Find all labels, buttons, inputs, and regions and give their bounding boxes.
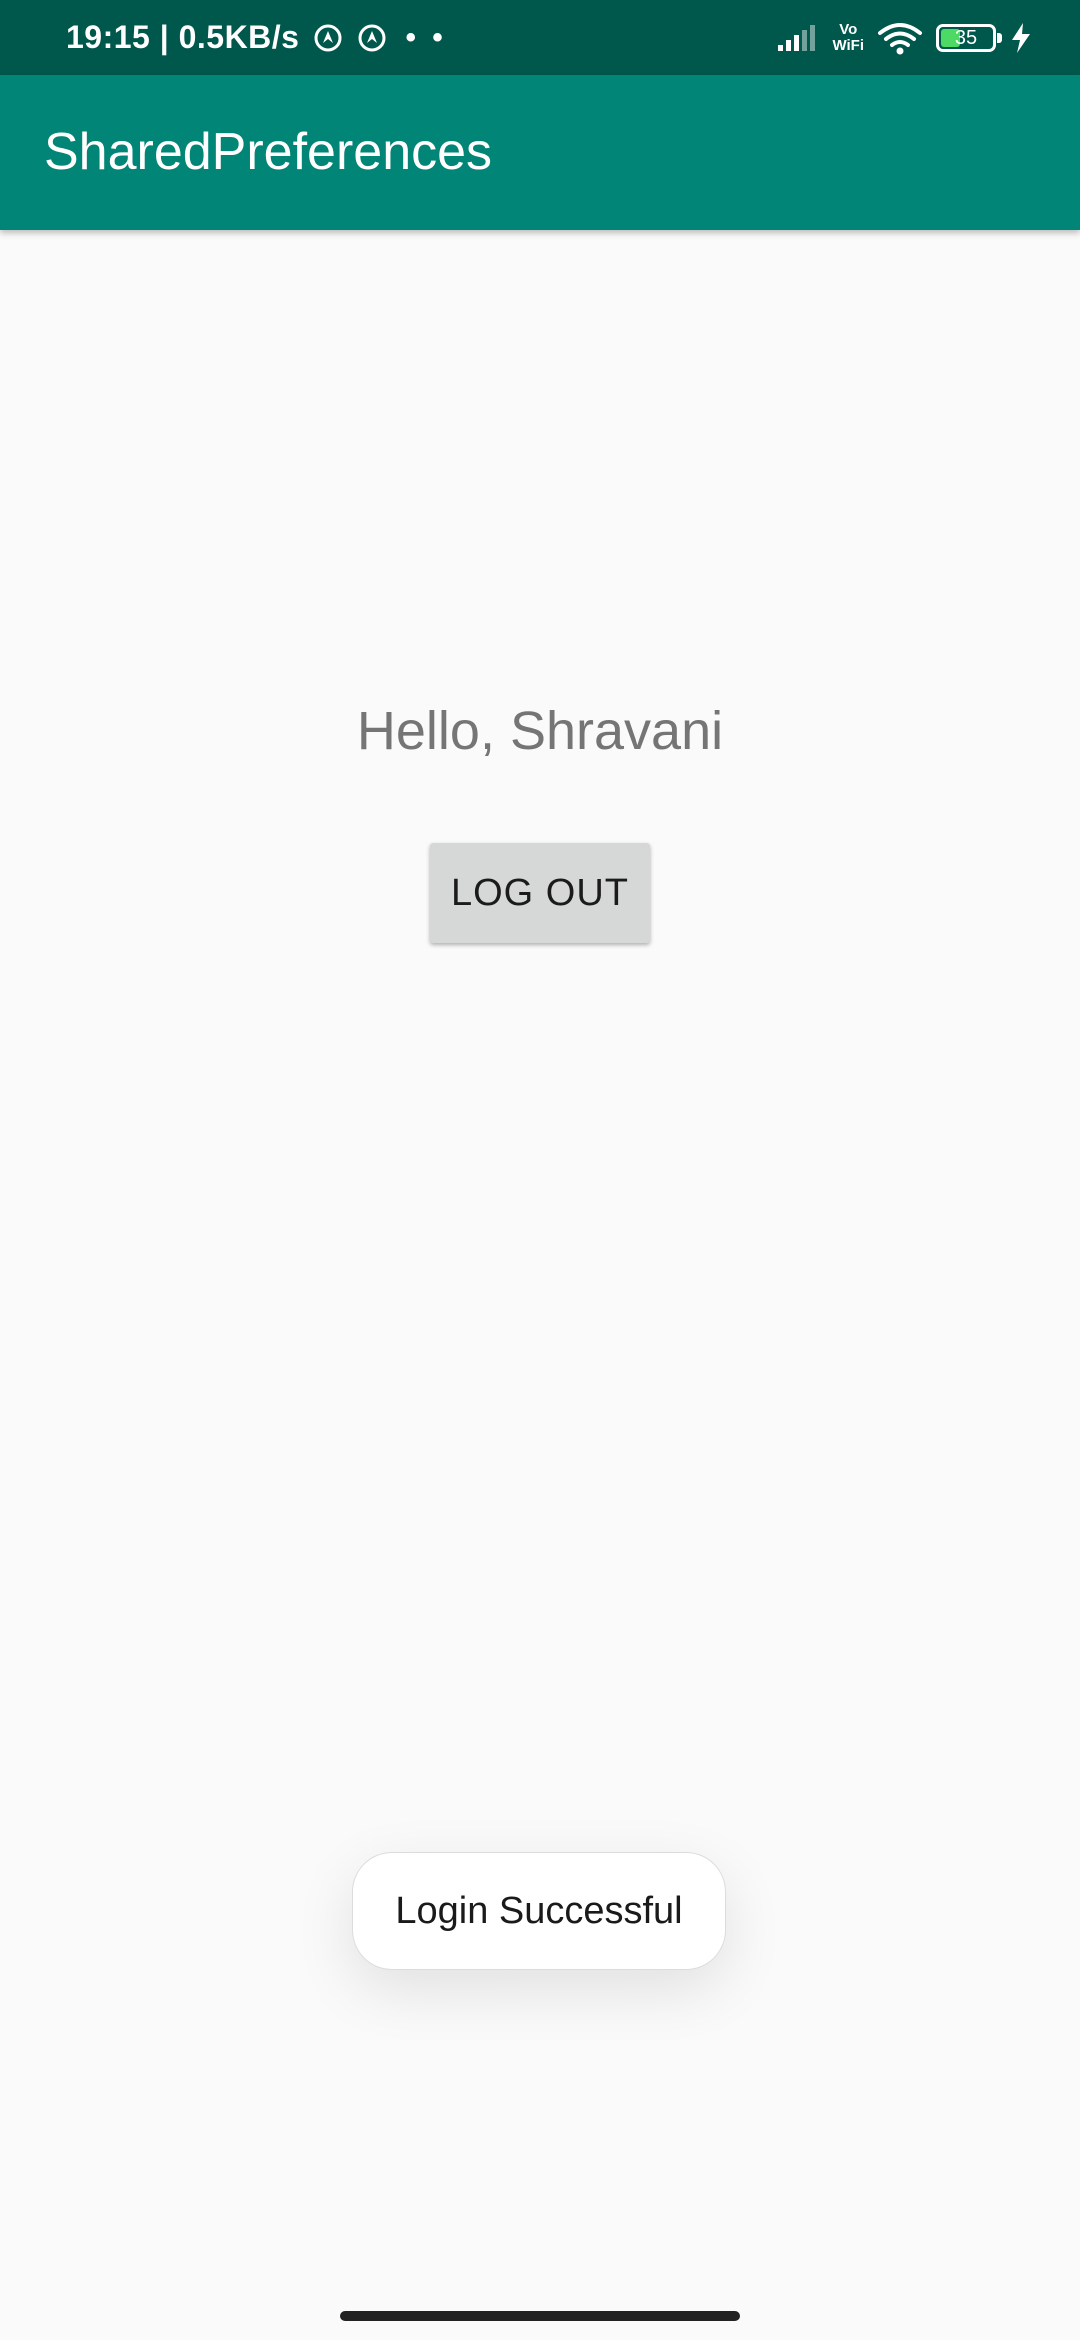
location-circle-icon [314, 24, 342, 51]
status-right: Vo WiFi 35 [762, 0, 1032, 75]
status-dots: • • [405, 20, 447, 54]
vowifi-top: Vo [839, 20, 858, 38]
toast-message: Login Successful [395, 1889, 683, 1932]
app-title: SharedPreferences [44, 123, 493, 181]
signal-icon [778, 24, 816, 51]
location-circle-icon [358, 24, 386, 51]
app-bar: SharedPreferences [0, 75, 1080, 230]
vowifi-icon: Vo WiFi [832, 20, 864, 54]
wifi-icon [878, 22, 922, 54]
charging-bolt-icon [1012, 22, 1030, 53]
status-left: 19:15 | 0.5KB/s • • [66, 0, 447, 75]
battery-icon: 35 [936, 23, 1002, 52]
status-bar: 19:15 | 0.5KB/s • • Vo WiFi 35 [0, 0, 1080, 75]
vowifi-bottom: WiFi [832, 36, 864, 54]
screen: 19:15 | 0.5KB/s • • Vo WiFi 35 SharedPre… [0, 0, 1080, 2340]
battery-level: 35 [954, 26, 978, 49]
greeting-text: Hello, Shravani [356, 701, 724, 761]
status-time-speed: 19:15 | 0.5KB/s [66, 19, 300, 55]
home-indicator[interactable] [340, 2311, 740, 2321]
toast: Login Successful [352, 1852, 726, 1970]
logout-button[interactable]: LOG OUT [430, 843, 650, 943]
